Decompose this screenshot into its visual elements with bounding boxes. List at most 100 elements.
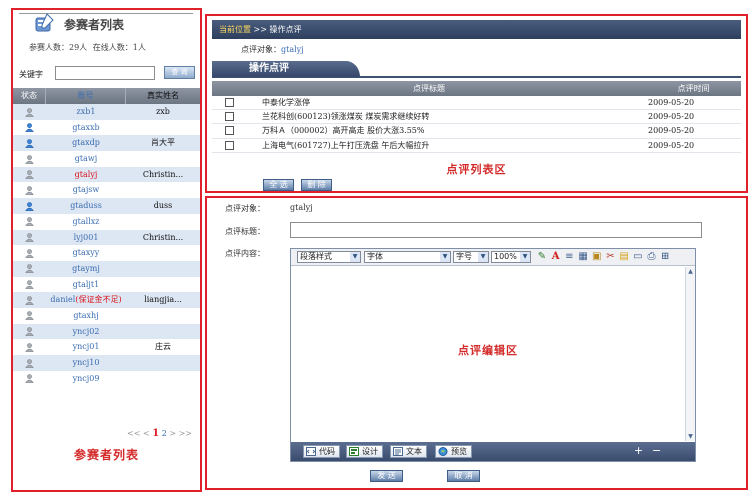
- participant-account-cell[interactable]: gtaxhj: [46, 308, 126, 324]
- participant-account-cell[interactable]: yncj10: [46, 355, 126, 371]
- participant-row[interactable]: gtaxyy: [13, 245, 200, 261]
- participant-row[interactable]: gtalyj Christin...: [13, 166, 200, 183]
- participant-row[interactable]: zxb1 zxb: [13, 104, 200, 120]
- comment-row-title[interactable]: 中泰化学涨停: [246, 96, 646, 109]
- col-real-name[interactable]: 真实姓名: [126, 88, 200, 104]
- comment-row-checkbox[interactable]: [212, 110, 246, 123]
- chevron-down-icon: ▼: [440, 252, 450, 262]
- user-offline-icon: [25, 233, 34, 242]
- comment-row[interactable]: 万科Ａ（000002）高开高走 股价大涨3.55% 2009-05-20: [212, 124, 741, 139]
- participant-row[interactable]: yncj10: [13, 355, 200, 371]
- mode-design-button[interactable]: 设计: [346, 445, 383, 458]
- zoom-select[interactable]: 100% ▼: [491, 251, 531, 263]
- participant-row[interactable]: gtaljt1: [13, 276, 200, 293]
- participant-account-cell[interactable]: gtaymj: [46, 261, 126, 277]
- participant-row[interactable]: gtallxz: [13, 213, 200, 230]
- comment-row[interactable]: 兰花科创(600123)领涨煤炭 煤炭需求继续好转 2009-05-20: [212, 110, 741, 125]
- cancel-button[interactable]: 取 消: [447, 470, 480, 482]
- fullscreen-icon[interactable]: ⊞: [659, 251, 671, 263]
- participant-row[interactable]: gtaxdp 肖大平: [13, 135, 200, 152]
- participant-account-cell[interactable]: gtaxdp: [46, 135, 126, 151]
- pager-page-2[interactable]: 2: [162, 429, 167, 438]
- checkbox-icon[interactable]: [224, 98, 234, 108]
- participant-account-cell[interactable]: daniel(保证金不足): [46, 292, 126, 308]
- font-size-select[interactable]: 字号 ▼: [453, 251, 489, 263]
- font-color-icon[interactable]: A: [550, 251, 562, 263]
- breadcrumb-separator: >>: [253, 25, 267, 34]
- participant-row[interactable]: yncj09: [13, 370, 200, 387]
- participant-row[interactable]: gtawj: [13, 151, 200, 167]
- font-select[interactable]: 字体 ▼: [364, 251, 451, 263]
- participant-row[interactable]: gtaduss duss: [13, 198, 200, 214]
- print-icon[interactable]: ⎙: [646, 251, 658, 263]
- window-icon[interactable]: ▭: [632, 251, 644, 263]
- delete-button[interactable]: 删 除: [301, 179, 332, 191]
- participant-row[interactable]: gtaymj: [13, 260, 200, 277]
- editor-icon-group: ✎ A ≡ ▦ ▣ ✂ ▤ ▭ ⎙ ⊞: [536, 251, 673, 263]
- breadcrumb-location[interactable]: 当前位置: [219, 25, 251, 34]
- participant-pager: << < 1 2 > >>: [13, 428, 200, 439]
- comment-row[interactable]: 上海电气(601727)上午打压洗盘 午后大幅拉升 2009-05-20: [212, 139, 741, 153]
- zoom-in-icon[interactable]: +: [634, 445, 643, 457]
- participant-account-cell[interactable]: gtawj: [46, 151, 126, 167]
- participant-account-cell[interactable]: gtajsw: [46, 182, 126, 198]
- participant-row[interactable]: lyj001 Christin...: [13, 229, 200, 246]
- mode-preview-button[interactable]: 预览: [435, 445, 472, 458]
- participant-account-cell[interactable]: gtaxxb: [46, 120, 126, 136]
- participant-account-cell[interactable]: gtaljt1: [46, 277, 126, 293]
- participant-account-cell[interactable]: lyj001: [46, 230, 126, 246]
- comment-row-title[interactable]: 兰花科创(600123)领涨煤炭 煤炭需求继续好转: [246, 110, 646, 123]
- participant-row[interactable]: yncj01 庄云: [13, 339, 200, 355]
- pager-next[interactable]: > >>: [169, 429, 192, 438]
- mode-text-button[interactable]: 文本: [390, 445, 427, 458]
- pager-prev[interactable]: << <: [127, 429, 150, 438]
- comment-row-checkbox[interactable]: [212, 139, 246, 152]
- participant-account-cell[interactable]: yncj09: [46, 371, 126, 387]
- participant-account-cell[interactable]: yncj02: [46, 324, 126, 340]
- col-account[interactable]: 账号: [46, 88, 126, 104]
- table-icon[interactable]: ▦: [577, 251, 589, 263]
- editor-content-area[interactable]: 点评编辑区: [291, 267, 685, 441]
- participant-account-cell[interactable]: zxb1: [46, 104, 126, 120]
- col-comment-title[interactable]: 点评标题: [212, 81, 646, 96]
- participant-account-cell[interactable]: gtalyj: [46, 167, 126, 183]
- participant-account-cell[interactable]: yncj01: [46, 339, 126, 355]
- format-icon[interactable]: ✎: [536, 251, 548, 263]
- note-icon[interactable]: ▤: [618, 251, 630, 263]
- keyword-input[interactable]: [55, 66, 155, 80]
- participant-account-cell[interactable]: gtallxz: [46, 214, 126, 230]
- participant-account: gtaxhj: [73, 310, 99, 320]
- comment-row-checkbox[interactable]: [212, 96, 246, 109]
- send-button[interactable]: 发 送: [370, 470, 403, 482]
- comment-row-title[interactable]: 万科Ａ（000002）高开高走 股价大涨3.55%: [246, 124, 646, 137]
- scroll-down-icon[interactable]: ▼: [686, 432, 695, 441]
- participant-account-cell[interactable]: gtaduss: [46, 198, 126, 214]
- checkbox-icon[interactable]: [224, 112, 234, 122]
- col-status[interactable]: 状态: [13, 88, 46, 104]
- participant-row[interactable]: daniel(保证金不足) liangjia...: [13, 292, 200, 308]
- participant-row[interactable]: gtajsw: [13, 182, 200, 199]
- scroll-up-icon[interactable]: ▲: [686, 267, 695, 276]
- list-icon[interactable]: ≡: [563, 251, 575, 263]
- participant-row[interactable]: gtaxxb: [13, 119, 200, 136]
- zoom-out-icon[interactable]: −: [652, 445, 661, 457]
- select-all-button[interactable]: 全 选: [263, 179, 294, 191]
- tools-icon[interactable]: ✂: [604, 251, 616, 263]
- comment-row-checkbox[interactable]: [212, 124, 246, 137]
- search-button[interactable]: 查 询: [164, 66, 195, 79]
- comment-row-title[interactable]: 上海电气(601727)上午打压洗盘 午后大幅拉升: [246, 139, 646, 152]
- editor-scrollbar[interactable]: ▲ ▼: [685, 267, 695, 441]
- comment-title-input[interactable]: [290, 222, 702, 238]
- checkbox-icon[interactable]: [224, 126, 234, 136]
- image-icon[interactable]: ▣: [591, 251, 603, 263]
- participant-row[interactable]: yncj02: [13, 323, 200, 340]
- mode-code-button[interactable]: 代码: [303, 445, 340, 458]
- user-offline-icon: [25, 358, 34, 368]
- participant-account-cell[interactable]: gtaxyy: [46, 245, 126, 261]
- tab-operation-comment[interactable]: 操作点评: [212, 61, 360, 77]
- comment-row[interactable]: 中泰化学涨停 2009-05-20: [212, 96, 741, 111]
- participant-row[interactable]: gtaxhj: [13, 307, 200, 324]
- paragraph-style-select[interactable]: 段落样式 ▼: [297, 251, 361, 263]
- checkbox-icon[interactable]: [224, 140, 234, 150]
- col-comment-time[interactable]: 点评时间: [646, 81, 741, 96]
